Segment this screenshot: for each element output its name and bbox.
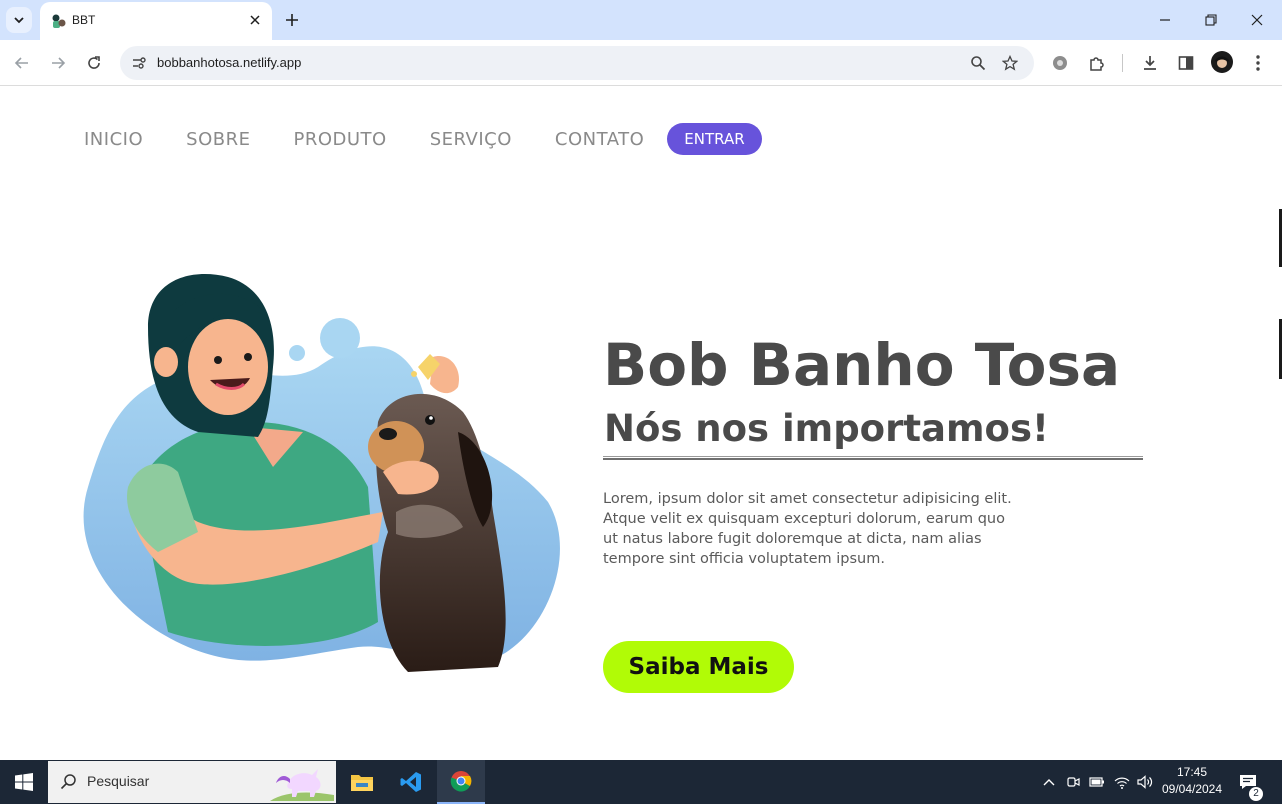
tray-network[interactable]: [1112, 772, 1132, 792]
hero-subtitle: Nós nos importamos!: [604, 407, 1049, 450]
restore-button[interactable]: [1199, 8, 1223, 32]
tray-battery[interactable]: [1087, 772, 1107, 792]
minimize-icon: [1160, 19, 1170, 21]
back-button[interactable]: [10, 51, 34, 75]
os-taskbar: Pesquisar 17:45 09/04/2024 2: [0, 760, 1282, 804]
nav-link-servico[interactable]: SERVIÇO: [430, 129, 512, 150]
zoom-icon[interactable]: [968, 53, 988, 73]
arrow-right-icon: [52, 57, 66, 69]
chrome-icon: [450, 771, 472, 792]
new-tab-button[interactable]: [282, 10, 302, 30]
search-icon: [60, 774, 76, 790]
extensions-menu-button[interactable]: [1085, 51, 1109, 75]
extension-button[interactable]: [1048, 51, 1072, 75]
taskbar-search-placeholder: Pesquisar: [87, 773, 150, 789]
learn-more-button[interactable]: Saiba Mais: [603, 641, 794, 693]
download-icon: [1144, 56, 1156, 70]
toolbar-divider: [1122, 54, 1123, 72]
tab-strip: BBT: [0, 0, 1282, 40]
url-text[interactable]: bobbanhotosa.netlify.app: [157, 55, 301, 70]
minimize-button[interactable]: [1153, 8, 1177, 32]
profile-avatar[interactable]: [1211, 51, 1233, 73]
hero-divider: [603, 456, 1143, 460]
browser-toolbar: bobbanhotosa.netlify.app: [0, 40, 1282, 86]
chevron-down-icon: [14, 17, 24, 24]
taskbar-chrome[interactable]: [437, 760, 485, 804]
web-page: INICIO SOBRE PRODUTO SERVIÇO CONTATO ENT…: [0, 87, 1282, 760]
close-icon: [1251, 14, 1263, 26]
arrow-left-icon: [14, 57, 28, 69]
notification-count-badge: 2: [1249, 787, 1263, 801]
clock-time: 17:45: [1176, 765, 1208, 779]
downloads-button[interactable]: [1138, 51, 1162, 75]
hero-description: Lorem, ipsum dolor sit amet consectetur …: [603, 491, 1012, 567]
close-window-button[interactable]: [1245, 8, 1269, 32]
wifi-icon: [1114, 777, 1130, 789]
taskbar-search-box[interactable]: Pesquisar: [48, 761, 336, 803]
more-vertical-icon: [1256, 55, 1260, 71]
hero-illustration: [83, 274, 560, 672]
tab-title: BBT: [72, 13, 96, 27]
nav-link-inicio[interactable]: INICIO: [84, 129, 143, 150]
folder-icon: [351, 775, 373, 791]
taskbar-clock[interactable]: 17:45 09/04/2024: [1158, 764, 1226, 798]
extension-gear-icon: [1053, 56, 1067, 70]
tray-overflow-button[interactable]: [1039, 772, 1059, 792]
clock-date: 09/04/2024: [1161, 782, 1223, 796]
close-tab-icon[interactable]: [246, 11, 264, 29]
chevron-up-icon: [1043, 779, 1055, 786]
browser-menu-button[interactable]: [1246, 51, 1270, 75]
plus-icon: [286, 14, 298, 26]
speaker-icon: [1137, 775, 1153, 789]
unicorn-search-highlight-icon: [270, 769, 334, 801]
tray-meet-now[interactable]: [1063, 772, 1083, 792]
browser-tab[interactable]: BBT: [40, 2, 272, 40]
login-button[interactable]: ENTRAR: [667, 123, 762, 155]
main-nav: INICIO SOBRE PRODUTO SERVIÇO CONTATO ENT…: [84, 123, 762, 155]
bookmark-star-icon[interactable]: [1000, 53, 1020, 73]
tab-search-button[interactable]: [6, 7, 32, 33]
start-button[interactable]: [0, 760, 48, 804]
taskbar-file-explorer[interactable]: [338, 760, 386, 804]
camera-icon: [1067, 777, 1080, 787]
nav-link-contato[interactable]: CONTATO: [555, 129, 644, 150]
side-panel-button[interactable]: [1174, 51, 1198, 75]
windows-logo-icon: [15, 773, 33, 791]
address-bar[interactable]: bobbanhotosa.netlify.app: [120, 46, 1034, 80]
restore-icon: [1205, 14, 1217, 26]
nav-link-sobre[interactable]: SOBRE: [186, 129, 250, 150]
reload-icon: [88, 56, 100, 69]
side-panel-icon: [1178, 56, 1194, 70]
nav-link-produto[interactable]: PRODUTO: [293, 129, 386, 150]
site-settings-icon[interactable]: [128, 52, 150, 74]
tray-volume[interactable]: [1135, 772, 1155, 792]
battery-icon: [1089, 777, 1104, 787]
hero-title: Bob Banho Tosa: [603, 331, 1121, 399]
site-favicon-icon: [50, 13, 66, 29]
forward-button[interactable]: [46, 51, 70, 75]
taskbar-vscode[interactable]: [387, 760, 435, 804]
puzzle-icon: [1090, 57, 1104, 71]
vscode-icon: [400, 772, 421, 792]
reload-button[interactable]: [82, 51, 106, 75]
profile-icon: [1215, 56, 1229, 68]
